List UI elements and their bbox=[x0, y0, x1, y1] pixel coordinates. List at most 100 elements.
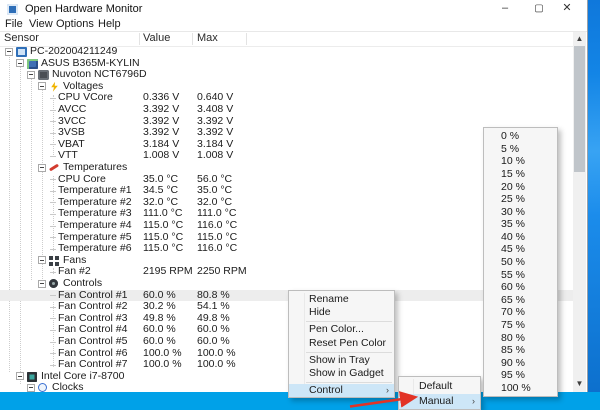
percent-item-15[interactable]: 15 % bbox=[484, 168, 557, 181]
minimize-button[interactable]: – bbox=[490, 0, 520, 18]
menu-item-label: Rename bbox=[309, 293, 349, 305]
sensor-label: PC-202004211249 bbox=[30, 46, 117, 58]
menu-view[interactable]: View bbox=[29, 18, 53, 30]
sensor-max: 3.408 V bbox=[197, 104, 233, 116]
scrollbar-thumb[interactable] bbox=[574, 46, 585, 172]
percent-item-80[interactable]: 80 % bbox=[484, 331, 557, 344]
menu-item-pen-color[interactable]: Pen Color... bbox=[289, 323, 394, 336]
sensor-label: AVCC bbox=[58, 104, 86, 116]
control-submenu: Default Manual› bbox=[398, 376, 481, 410]
tree-connector bbox=[50, 318, 56, 319]
percent-item-35[interactable]: 35 % bbox=[484, 218, 557, 231]
collapse-icon[interactable] bbox=[5, 48, 13, 56]
collapse-icon[interactable] bbox=[38, 256, 46, 264]
title-bar[interactable]: Open Hardware Monitor – ▢ ✕ bbox=[0, 0, 587, 18]
menu-item-label: 95 % bbox=[501, 369, 525, 381]
percent-item-100[interactable]: 100 % bbox=[484, 382, 557, 395]
menu-file[interactable]: File bbox=[5, 18, 23, 30]
sensor-value: 2195 RPM bbox=[143, 266, 193, 278]
tree-connector bbox=[50, 342, 56, 343]
scroll-down-icon[interactable]: ▼ bbox=[573, 377, 586, 390]
menu-options[interactable]: Options bbox=[56, 18, 94, 30]
menu-item-label: Control bbox=[309, 384, 343, 396]
tree-group-row[interactable]: PC-202004211249 bbox=[0, 46, 573, 58]
collapse-icon[interactable] bbox=[16, 372, 24, 380]
tree-connector bbox=[50, 202, 56, 203]
app-icon bbox=[7, 4, 18, 15]
percent-item-90[interactable]: 90 % bbox=[484, 356, 557, 369]
tree-connector bbox=[50, 110, 56, 111]
vertical-scrollbar[interactable]: ▲ ▼ bbox=[573, 32, 586, 392]
submenu-item-default[interactable]: Default bbox=[399, 379, 480, 394]
percent-item-40[interactable]: 40 % bbox=[484, 231, 557, 244]
tree-row[interactable]: 3VCC3.392 V3.392 V bbox=[0, 116, 573, 128]
submenu-item-manual[interactable]: Manual› bbox=[399, 394, 480, 409]
column-max[interactable]: Max bbox=[197, 32, 218, 46]
menu-item-label: 40 % bbox=[501, 231, 525, 243]
percent-item-55[interactable]: 55 % bbox=[484, 268, 557, 281]
sensor-label: Temperature #4 bbox=[58, 220, 132, 232]
menu-item-show-in-tray[interactable]: Show in Tray bbox=[289, 354, 394, 367]
collapse-icon[interactable] bbox=[27, 384, 35, 392]
menu-item-reset-pen-color[interactable]: Reset Pen Color bbox=[289, 337, 394, 350]
menu-item-label: Hide bbox=[309, 306, 331, 318]
window-title: Open Hardware Monitor bbox=[25, 0, 142, 18]
percent-item-45[interactable]: 45 % bbox=[484, 243, 557, 256]
percent-item-60[interactable]: 60 % bbox=[484, 281, 557, 294]
percent-item-5[interactable]: 5 % bbox=[484, 143, 557, 156]
percent-item-70[interactable]: 70 % bbox=[484, 306, 557, 319]
percent-item-20[interactable]: 20 % bbox=[484, 180, 557, 193]
percent-item-0[interactable]: 0 % bbox=[484, 130, 557, 143]
menu-item-show-in-gadget[interactable]: Show in Gadget bbox=[289, 367, 394, 380]
mainboard-icon bbox=[27, 59, 38, 69]
menu-item-label: Default bbox=[419, 380, 452, 392]
percent-item-30[interactable]: 30 % bbox=[484, 205, 557, 218]
tree-connector bbox=[50, 156, 56, 157]
close-button[interactable]: ✕ bbox=[552, 0, 582, 18]
tree-connector bbox=[50, 98, 56, 99]
sensor-label: Controls bbox=[63, 278, 102, 290]
menu-item-label: 25 % bbox=[501, 193, 525, 205]
collapse-icon[interactable] bbox=[38, 164, 46, 172]
sensor-value: 100.0 % bbox=[143, 359, 182, 371]
tree-row[interactable]: AVCC3.392 V3.408 V bbox=[0, 104, 573, 116]
menu-help[interactable]: Help bbox=[98, 18, 121, 30]
percent-item-50[interactable]: 50 % bbox=[484, 256, 557, 269]
percent-item-25[interactable]: 25 % bbox=[484, 193, 557, 206]
tree-connector bbox=[50, 133, 56, 134]
menu-item-label: Show in Tray bbox=[309, 354, 370, 366]
percent-item-85[interactable]: 85 % bbox=[484, 344, 557, 357]
menu-bar: File ViewOptions Help bbox=[0, 18, 587, 32]
percent-item-75[interactable]: 75 % bbox=[484, 319, 557, 332]
collapse-icon[interactable] bbox=[38, 280, 46, 288]
control-icon bbox=[49, 279, 58, 288]
percent-item-95[interactable]: 95 % bbox=[484, 369, 557, 382]
sensor-max: 60.0 % bbox=[197, 336, 230, 348]
collapse-icon[interactable] bbox=[16, 59, 24, 67]
menu-item-label: 75 % bbox=[501, 319, 525, 331]
column-sensor[interactable]: Sensor bbox=[4, 32, 39, 46]
sensor-max: 100.0 % bbox=[197, 359, 236, 371]
clock-icon bbox=[38, 383, 47, 392]
sensor-label: Clocks bbox=[52, 382, 84, 392]
percent-item-10[interactable]: 10 % bbox=[484, 155, 557, 168]
sensor-max: 2250 RPM bbox=[197, 266, 247, 278]
menu-item-label: 50 % bbox=[501, 256, 525, 268]
menu-item-label: 45 % bbox=[501, 243, 525, 255]
maximize-button[interactable]: ▢ bbox=[524, 0, 554, 18]
scroll-up-icon[interactable]: ▲ bbox=[573, 32, 586, 45]
percent-item-65[interactable]: 65 % bbox=[484, 294, 557, 307]
menu-item-label: 60 % bbox=[501, 281, 525, 293]
column-divider bbox=[246, 33, 247, 45]
column-value[interactable]: Value bbox=[143, 32, 170, 46]
tree-connector bbox=[50, 249, 56, 250]
menu-item-label: 10 % bbox=[501, 155, 525, 167]
submenu-arrow-icon: › bbox=[386, 384, 389, 397]
menu-item-rename[interactable]: Rename bbox=[289, 293, 394, 306]
sensor-max: 116.0 °C bbox=[197, 220, 237, 232]
collapse-icon[interactable] bbox=[38, 82, 46, 90]
collapse-icon[interactable] bbox=[27, 71, 35, 79]
menu-item-hide[interactable]: Hide bbox=[289, 306, 394, 319]
menu-item-control[interactable]: Control › bbox=[289, 384, 394, 397]
sensor-value: 115.0 °C bbox=[143, 243, 183, 255]
